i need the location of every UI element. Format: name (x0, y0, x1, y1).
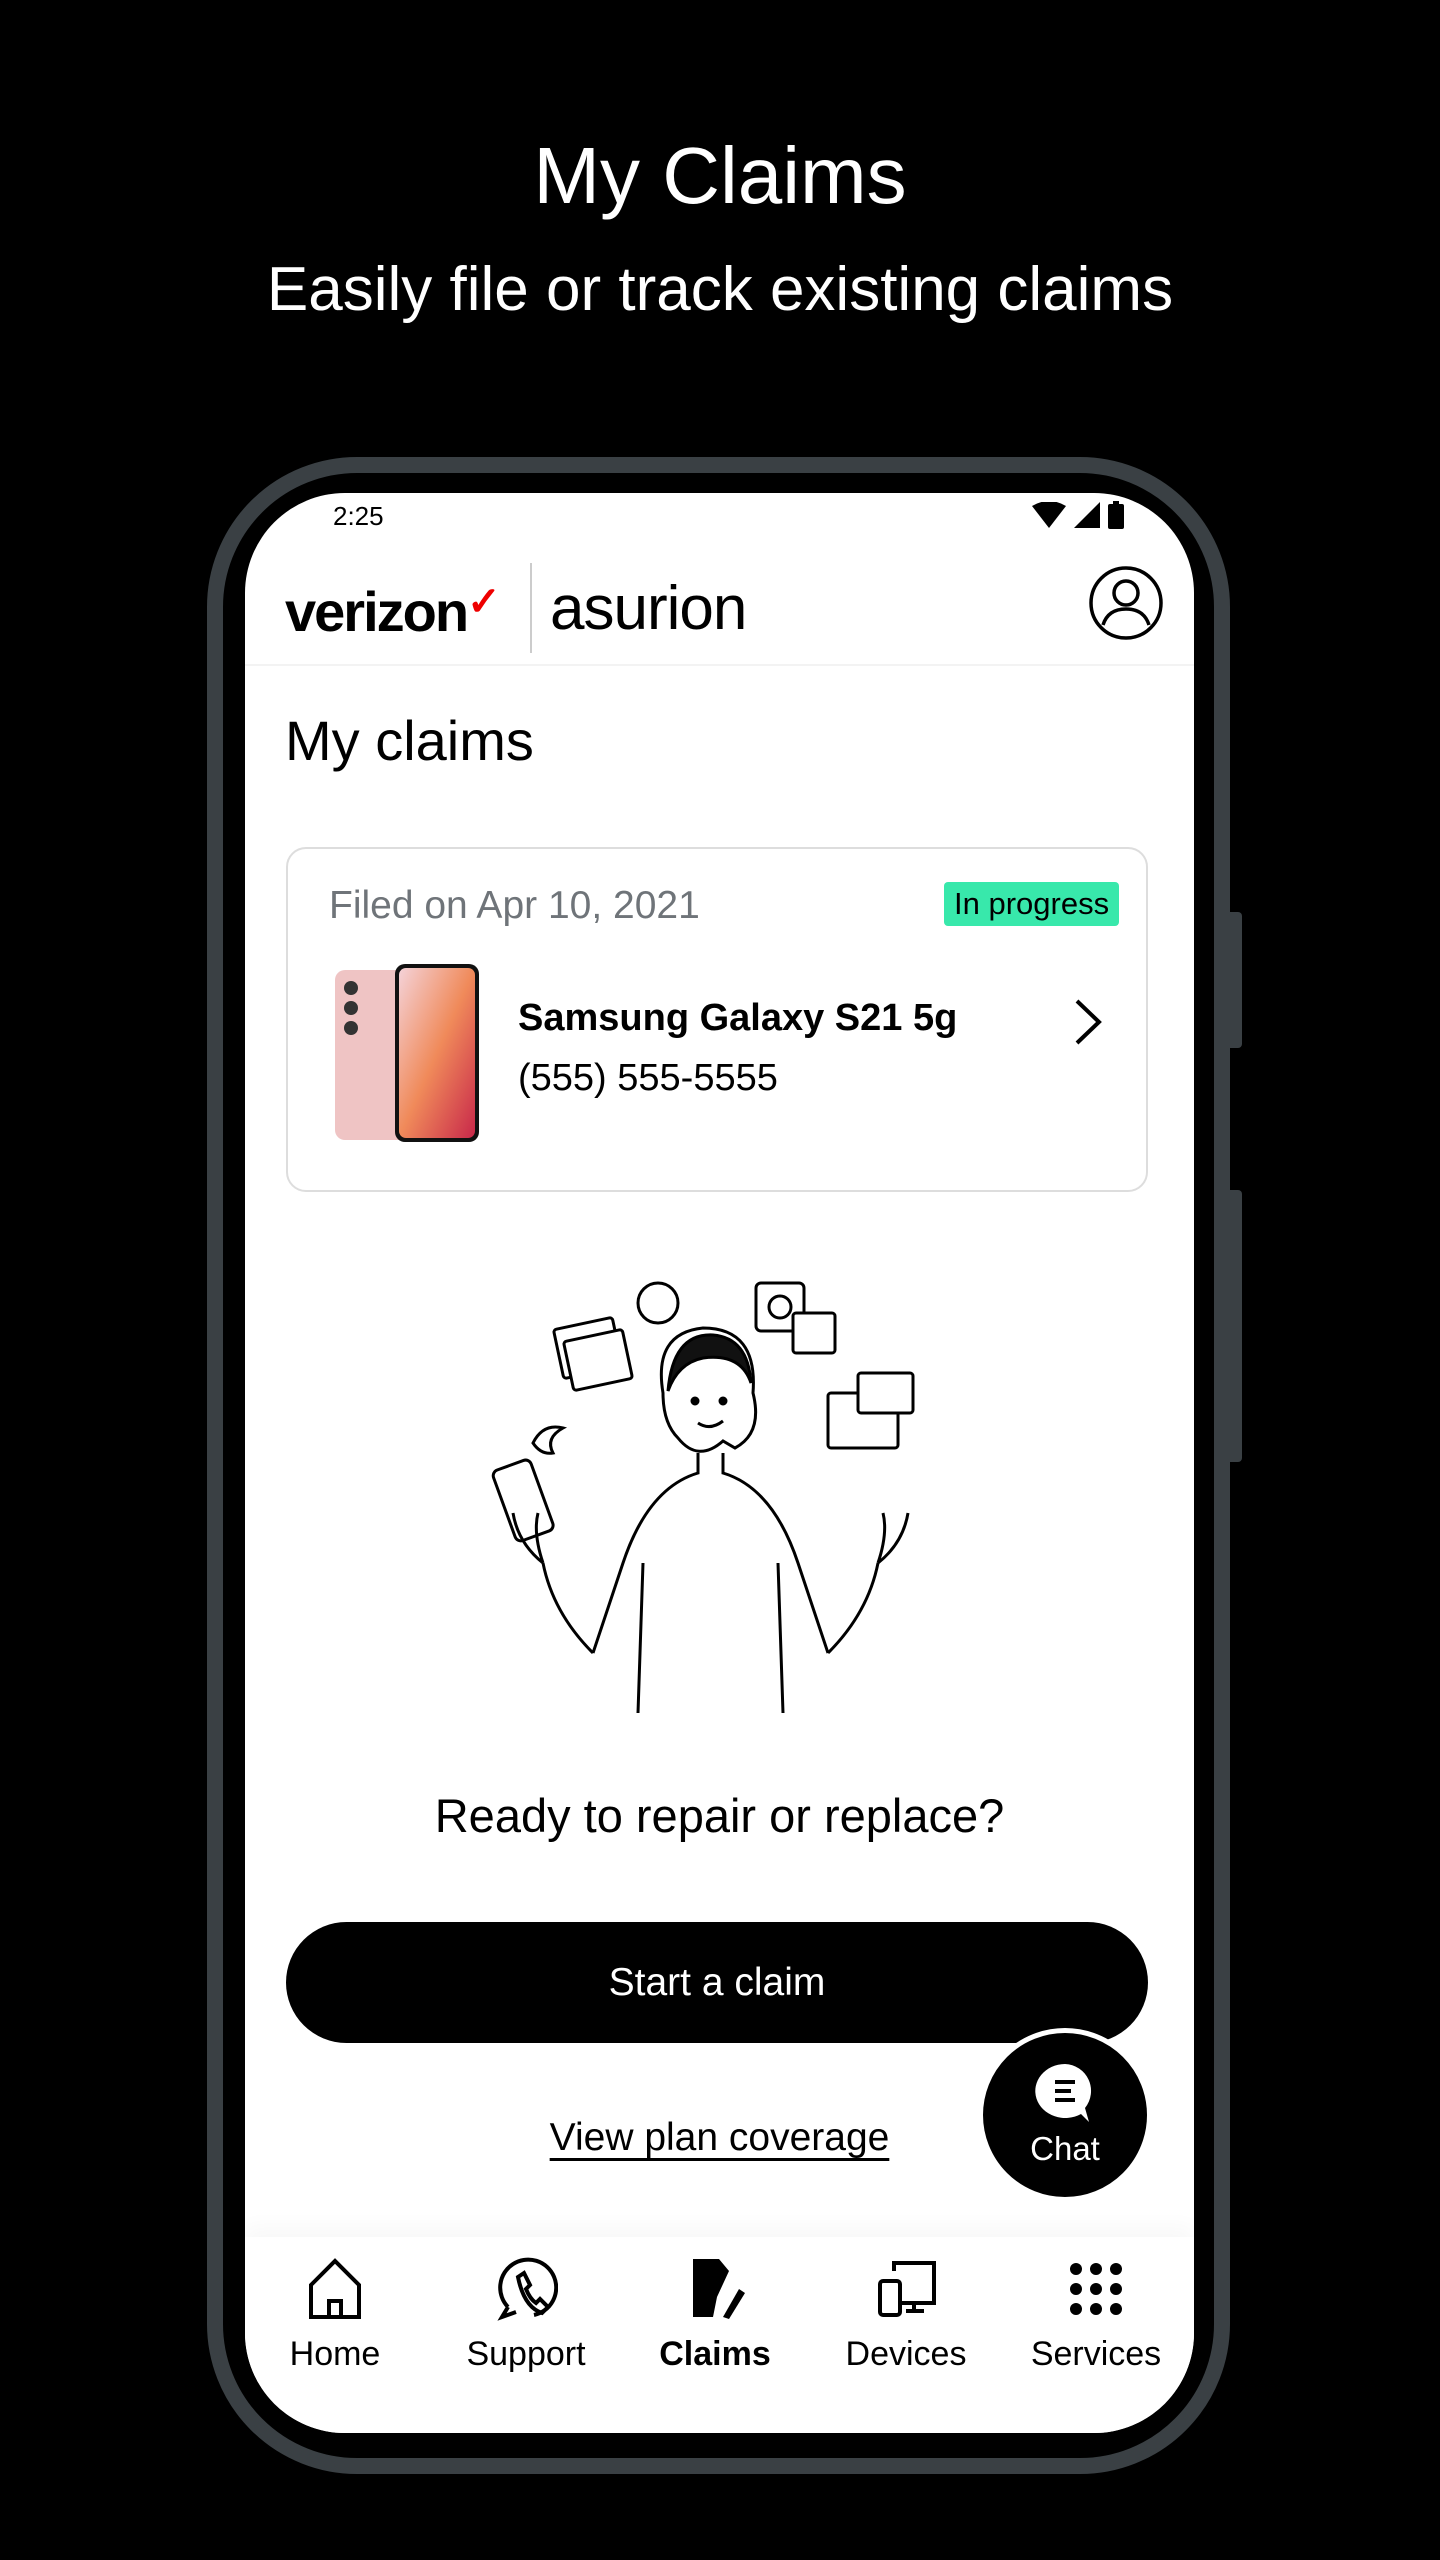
home-icon (309, 2258, 361, 2319)
asurion-logo: asurion (550, 574, 747, 643)
app-header: verizon✓ asurion (245, 493, 1194, 666)
claim-filed-date: Filed on Apr 10, 2021 (329, 884, 700, 927)
chat-label: Chat (1030, 2130, 1100, 2167)
account-circle-icon[interactable] (1088, 565, 1164, 641)
nav-support[interactable]: Support (431, 2257, 621, 2374)
nav-label: Home (289, 2335, 381, 2373)
devices-icon (878, 2261, 936, 2317)
page-title: My claims (285, 709, 534, 772)
phone-side-button (1230, 1190, 1242, 1462)
nav-claims[interactable]: Claims (620, 2257, 810, 2374)
logo-divider (530, 563, 532, 653)
chat-button[interactable]: Chat (978, 2028, 1152, 2202)
chevron-right-icon[interactable] (1073, 997, 1103, 1047)
repair-prompt: Ready to repair or replace? (434, 1789, 1005, 1842)
person-juggling-devices-illustration (491, 1281, 915, 1714)
chat-bubble-icon (1035, 2064, 1092, 2122)
bottom-nav: Home Support Claims Devices Services (245, 2237, 1194, 2433)
nav-label: Support (466, 2335, 586, 2373)
phone-screen: 2:25 verizon✓ asurion My claims Filed on… (245, 493, 1194, 2433)
status-badge: In progress (944, 882, 1120, 926)
hero-subtitle: Easily file or track existing claims (266, 255, 1174, 324)
nav-services[interactable]: Services (1001, 2257, 1191, 2374)
nav-label: Claims (659, 2335, 771, 2373)
verizon-logo: verizon✓ (285, 580, 501, 643)
claims-icon (693, 2259, 745, 2319)
support-icon (497, 2257, 558, 2321)
grid-icon (1070, 2263, 1122, 2315)
nav-label: Services (1030, 2335, 1162, 2373)
nav-home[interactable]: Home (245, 2257, 430, 2374)
verizon-check-icon: ✓ (467, 580, 500, 624)
phone-side-button (1230, 912, 1242, 1048)
hero-title: My Claims (533, 131, 907, 220)
device-image (335, 964, 479, 1142)
claim-card[interactable]: Filed on Apr 10, 2021 In progress Samsun… (286, 847, 1148, 1192)
nav-label: Devices (845, 2335, 967, 2373)
nav-devices[interactable]: Devices (811, 2257, 1001, 2374)
start-claim-button[interactable]: Start a claim (286, 1922, 1148, 2043)
device-name: Samsung Galaxy S21 5g (518, 997, 958, 1039)
device-phone-number: (555) 555-5555 (518, 1057, 778, 1099)
